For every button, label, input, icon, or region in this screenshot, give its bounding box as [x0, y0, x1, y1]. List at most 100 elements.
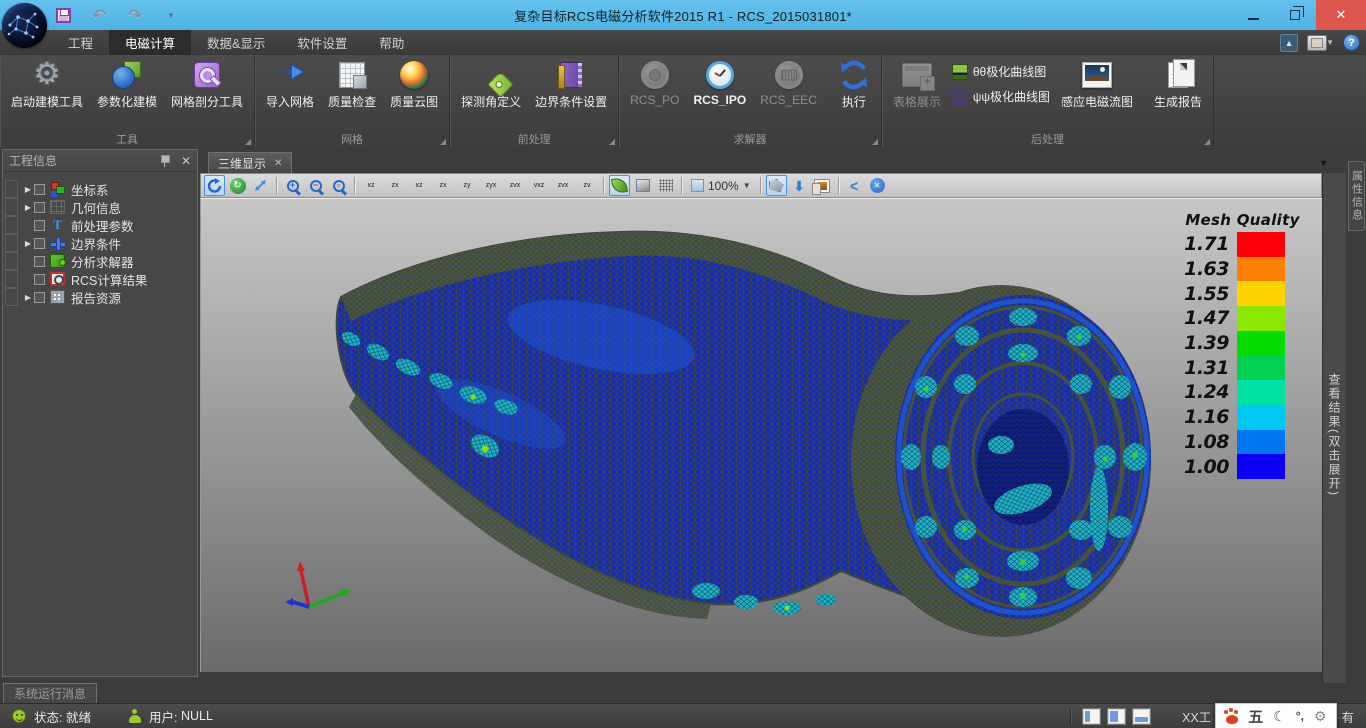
- app-logo[interactable]: [2, 3, 47, 48]
- close-view-button[interactable]: ✕: [867, 175, 888, 196]
- view-axis-button-6[interactable]: zvx: [504, 175, 526, 196]
- checkbox[interactable]: [34, 274, 45, 285]
- viewport-canvas[interactable]: Mesh Quality 1.711.63 1.551.47 1.391.31 …: [200, 198, 1322, 672]
- share-view-button[interactable]: <: [844, 175, 865, 196]
- checkbox[interactable]: [34, 238, 45, 249]
- blue-arrow-icon: [275, 62, 305, 88]
- checkbox[interactable]: [34, 184, 45, 195]
- menu-tab-settings[interactable]: 软件设置: [281, 30, 363, 55]
- pan-zoom-button[interactable]: [250, 175, 271, 196]
- properties-collapsed-tab[interactable]: 属性信息: [1348, 161, 1365, 231]
- quality-check-button[interactable]: 质量检查: [321, 57, 383, 112]
- ime-input-mode[interactable]: 五: [1248, 706, 1263, 727]
- ime-toolbar[interactable]: 五 ☾ °, ⚙: [1215, 703, 1337, 728]
- view-axis-button-8[interactable]: zvx: [552, 175, 574, 196]
- tree-item-preprocess-params[interactable]: T 前处理参数: [5, 216, 197, 234]
- mesh-partition-tool-button[interactable]: 网格剖分工具: [164, 57, 250, 112]
- ime-logo-icon[interactable]: [1226, 715, 1238, 724]
- ribbon-group-preprocess: 探测角定义 边界条件设置 前处理: [450, 55, 619, 147]
- view-axis-button-2[interactable]: xz: [408, 175, 430, 196]
- execute-button[interactable]: 执行: [831, 57, 877, 112]
- ime-punctuation-toggle[interactable]: °,: [1296, 709, 1304, 723]
- checkbox[interactable]: [34, 220, 45, 231]
- tab-close-icon[interactable]: ✕: [274, 158, 282, 169]
- expand-arrow-icon[interactable]: ▶: [22, 293, 34, 302]
- rotate-view-button[interactable]: [204, 175, 225, 196]
- view-axis-button-3[interactable]: zx: [432, 175, 454, 196]
- minimize-button[interactable]: [1232, 0, 1274, 30]
- theta-polarization-curve-button[interactable]: θθ极化曲线图: [952, 63, 1050, 80]
- capture-image-button[interactable]: [812, 175, 833, 196]
- expand-arrow-icon[interactable]: ▶: [22, 203, 34, 212]
- quality-cloudmap-button[interactable]: 质量云图: [383, 57, 445, 112]
- zoom-out-button[interactable]: −: [305, 175, 326, 196]
- wireframe-mode-button[interactable]: [655, 175, 676, 196]
- drop-view-button[interactable]: ⬇: [789, 175, 810, 196]
- layout-split-button[interactable]: [1108, 709, 1125, 724]
- separator: [838, 177, 839, 194]
- table-display-button[interactable]: 表格展示: [886, 57, 948, 112]
- tab-3d-display[interactable]: 三维显示 ✕: [208, 152, 292, 173]
- tree-item-boundary-conditions[interactable]: ▶ 边界条件: [5, 234, 197, 252]
- tree-item-analysis-solver[interactable]: 分析求解器: [5, 252, 197, 270]
- separator: [276, 177, 277, 194]
- view-axis-button-7[interactable]: vxz: [528, 175, 550, 196]
- restore-button[interactable]: [1274, 0, 1316, 30]
- view-axis-button-4[interactable]: zy: [456, 175, 478, 196]
- view-axis-button-5[interactable]: zyx: [480, 175, 502, 196]
- view-axis-button-0[interactable]: xz: [360, 175, 382, 196]
- system-messages-tab[interactable]: 系统运行消息: [3, 683, 97, 703]
- menu-tab-em-compute[interactable]: 电磁计算: [109, 30, 191, 55]
- zoom-level-control[interactable]: 100% ▼: [687, 179, 755, 193]
- flat-mode-button[interactable]: [632, 175, 653, 196]
- tab-list-dropdown-icon[interactable]: ▼: [1319, 158, 1328, 168]
- solver-rcs-po-button[interactable]: RCS_PO: [623, 57, 686, 109]
- results-collapsed-tab[interactable]: 查看结果(双击展开): [1322, 173, 1346, 683]
- help-button[interactable]: ?: [1343, 34, 1360, 51]
- import-mesh-button[interactable]: 导入网格: [259, 57, 321, 112]
- shaded-mode-button[interactable]: [609, 175, 630, 196]
- boundary-settings-button[interactable]: 边界条件设置: [528, 57, 614, 112]
- launch-modeling-tool-button[interactable]: ⚙ 启动建模工具: [4, 57, 90, 112]
- expand-arrow-icon[interactable]: ▶: [22, 239, 34, 248]
- diagonal-arrow-icon: [253, 178, 268, 193]
- view-axis-button-1[interactable]: zx: [384, 175, 406, 196]
- collapse-ribbon-button[interactable]: ▲: [1280, 34, 1298, 52]
- probe-angle-button[interactable]: 探测角定义: [454, 57, 528, 112]
- group-corner-icon: [1204, 139, 1210, 145]
- window-style-button[interactable]: ▼: [1307, 35, 1334, 51]
- panel-close-icon[interactable]: ✕: [181, 154, 191, 168]
- generate-report-button[interactable]: 生成报告: [1147, 57, 1209, 112]
- ime-settings-icon[interactable]: ⚙: [1314, 708, 1327, 725]
- tree-item-report-resources[interactable]: ▶ 报告资源: [5, 288, 197, 306]
- separator: [354, 177, 355, 194]
- checkbox[interactable]: [34, 202, 45, 213]
- layout-left-panel-button[interactable]: [1083, 709, 1100, 724]
- zoom-in-button[interactable]: +: [282, 175, 303, 196]
- solver-rcs-ipo-button[interactable]: RCS_IPO: [686, 57, 753, 109]
- solver-rcs-eec-button[interactable]: RCS_EEC: [753, 57, 824, 109]
- tree-item-coordinate-system[interactable]: ▶ 坐标系: [5, 180, 197, 198]
- ime-fullhalf-icon[interactable]: ☾: [1273, 708, 1286, 725]
- pin-icon[interactable]: [160, 154, 169, 167]
- copyright-text-right: 有: [1341, 707, 1354, 726]
- checkbox[interactable]: [34, 292, 45, 303]
- parametric-modeling-button[interactable]: 参数化建模: [90, 57, 164, 112]
- close-button[interactable]: ✕: [1316, 0, 1366, 30]
- orbit-view-button[interactable]: ↻: [227, 175, 248, 196]
- expand-arrow-icon[interactable]: ▶: [22, 185, 34, 194]
- menu-tab-engineering[interactable]: 工程: [52, 30, 109, 55]
- checkbox[interactable]: [34, 256, 45, 267]
- group-corner-icon: [440, 139, 446, 145]
- psi-polarization-curve-button[interactable]: ψψ极化曲线图: [952, 88, 1050, 105]
- tree-item-geometry-info[interactable]: ▶ 几何信息: [5, 198, 197, 216]
- view-axis-button-9[interactable]: zv: [576, 175, 598, 196]
- menu-tab-data-display[interactable]: 数据&显示: [191, 30, 281, 55]
- zoom-fit-button[interactable]: ▫: [328, 175, 349, 196]
- tree-item-rcs-results[interactable]: RCS计算结果: [5, 270, 197, 288]
- menu-tab-help[interactable]: 帮助: [363, 30, 420, 55]
- orientation-button[interactable]: [766, 175, 787, 196]
- layout-bottom-panel-button[interactable]: [1133, 709, 1150, 724]
- separator: [760, 177, 761, 194]
- induced-current-map-button[interactable]: 感应电磁流图: [1054, 57, 1140, 112]
